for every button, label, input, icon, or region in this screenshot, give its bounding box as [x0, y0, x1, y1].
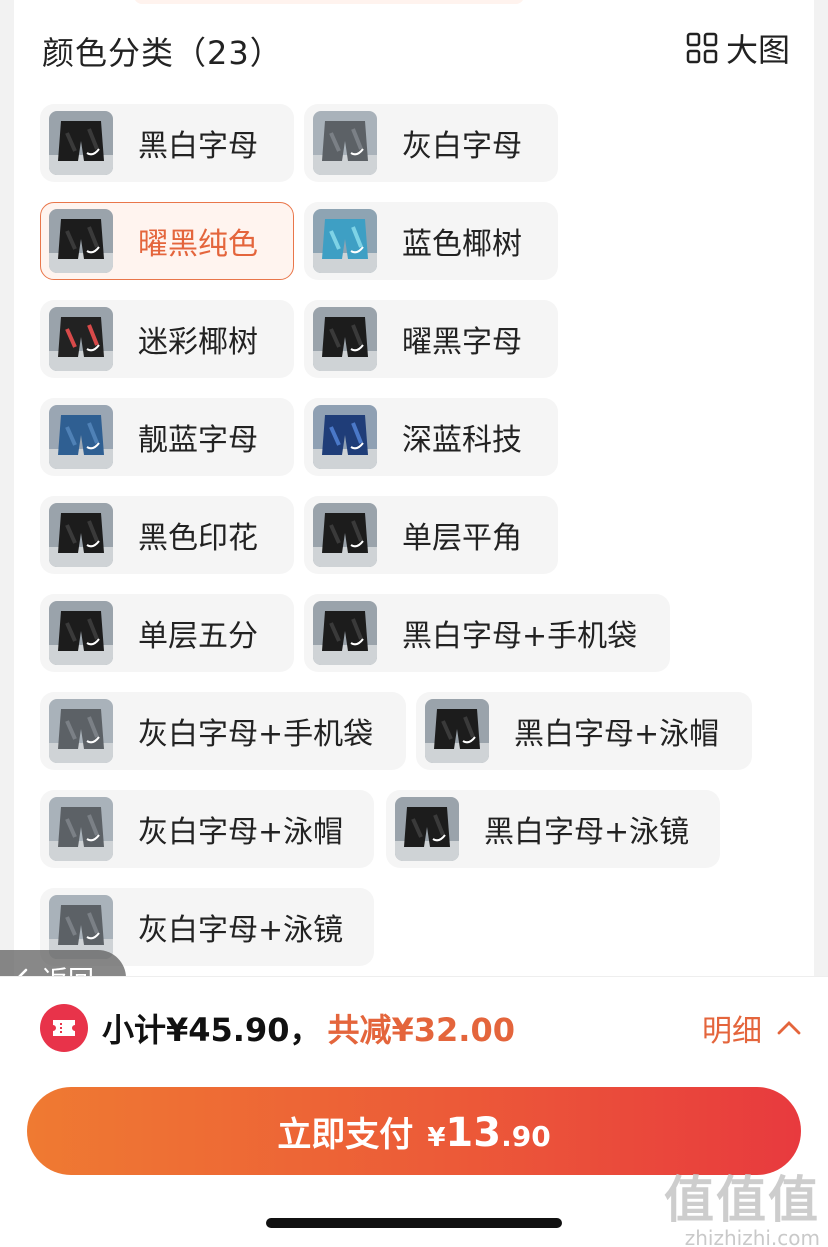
- color-option-label: 灰白字母+泳镜: [138, 913, 344, 948]
- color-option-label: 黑白字母+泳帽: [514, 717, 720, 752]
- color-option-label: 黑白字母: [138, 129, 258, 164]
- watermark-logo: 值值值: [664, 1171, 820, 1229]
- watermark: 值值值 zhizhizhi.com: [664, 1160, 820, 1247]
- product-thumbnail: [313, 307, 377, 371]
- section-title: 颜色分类（23）: [42, 34, 283, 72]
- product-thumbnail: [49, 209, 113, 273]
- detail-toggle[interactable]: 明细: [702, 1004, 802, 1052]
- product-thumbnail: [49, 405, 113, 469]
- pay-amount-integer: 13: [445, 1110, 502, 1156]
- pay-label: 立即支付: [277, 1115, 414, 1155]
- product-thumbnail: [395, 797, 459, 861]
- color-option-label: 单层平角: [402, 521, 522, 556]
- color-option-label: 灰白字母+泳帽: [138, 815, 344, 850]
- product-thumbnail: [313, 503, 377, 567]
- color-option-chip[interactable]: 灰白字母: [304, 104, 558, 182]
- color-option-chip[interactable]: 黑白字母: [40, 104, 294, 182]
- pay-currency: ¥: [427, 1123, 446, 1153]
- large-view-label: 大图: [725, 31, 790, 69]
- color-option-chip[interactable]: 蓝色椰树: [304, 202, 558, 280]
- color-option-chip[interactable]: 迷彩椰树: [40, 300, 294, 378]
- grid-view-icon: [686, 32, 718, 64]
- color-option-chip[interactable]: 曜黑纯色: [40, 202, 294, 280]
- color-option-chip[interactable]: 曜黑字母: [304, 300, 558, 378]
- pay-amount-decimal: .90: [501, 1120, 551, 1153]
- color-option-chip[interactable]: 黑白字母+手机袋: [304, 594, 670, 672]
- large-view-toggle[interactable]: 大图: [686, 28, 790, 69]
- color-option-label: 黑白字母+泳镜: [484, 815, 690, 850]
- color-option-label: 蓝色椰树: [402, 227, 522, 262]
- color-option-chip[interactable]: 单层五分: [40, 594, 294, 672]
- color-option-label: 灰白字母: [402, 129, 522, 164]
- color-option-chip[interactable]: 黑白字母+泳镜: [386, 790, 720, 868]
- color-option-label: 曜黑纯色: [138, 227, 258, 262]
- chevron-up-icon: [777, 1021, 801, 1035]
- product-thumbnail: [313, 111, 377, 175]
- product-thumbnail: [49, 503, 113, 567]
- coupon-icon: [40, 1004, 88, 1052]
- color-option-chip[interactable]: 单层平角: [304, 496, 558, 574]
- color-option-chip[interactable]: 黑色印花: [40, 496, 294, 574]
- product-thumbnail: [313, 405, 377, 469]
- product-thumbnail: [313, 209, 377, 273]
- color-option-chip[interactable]: 灰白字母+泳帽: [40, 790, 374, 868]
- detail-label: 明细: [702, 1014, 762, 1049]
- color-option-label: 深蓝科技: [402, 423, 522, 458]
- watermark-url: zhizhizhi.com: [684, 1226, 820, 1247]
- color-option-label: 靓蓝字母: [138, 423, 258, 458]
- product-thumbnail: [49, 601, 113, 665]
- product-thumbnail: [425, 699, 489, 763]
- color-option-label: 灰白字母+手机袋: [138, 717, 374, 752]
- color-option-label: 迷彩椰树: [138, 325, 258, 360]
- discount-text: 共减¥32.00: [327, 1011, 516, 1049]
- product-thumbnail: [313, 601, 377, 665]
- color-option-label: 黑白字母+手机袋: [402, 619, 638, 654]
- color-option-chip[interactable]: 靓蓝字母: [40, 398, 294, 476]
- color-option-label: 黑色印花: [138, 521, 258, 556]
- color-option-chip[interactable]: 灰白字母+手机袋: [40, 692, 406, 770]
- color-options-sheet: 颜色分类（23） 大图 黑白字母 灰白字母曜黑纯色 蓝色椰树迷彩椰树 曜黑字母靓蓝字母…: [14, 0, 814, 976]
- color-option-chip[interactable]: 深蓝科技: [304, 398, 558, 476]
- color-option-chip[interactable]: 黑白字母+泳帽: [416, 692, 752, 770]
- product-thumbnail: [49, 797, 113, 861]
- color-option-label: 曜黑字母: [402, 325, 522, 360]
- product-thumbnail: [49, 111, 113, 175]
- subtotal-text: 小计¥45.90，: [102, 1011, 322, 1049]
- price-summary: 小计¥45.90， 共减¥32.00: [102, 1004, 515, 1052]
- top-edge-bar: [134, 0, 524, 4]
- home-indicator[interactable]: [266, 1218, 562, 1228]
- product-thumbnail: [49, 699, 113, 763]
- color-option-label: 单层五分: [138, 619, 258, 654]
- product-thumbnail: [49, 307, 113, 371]
